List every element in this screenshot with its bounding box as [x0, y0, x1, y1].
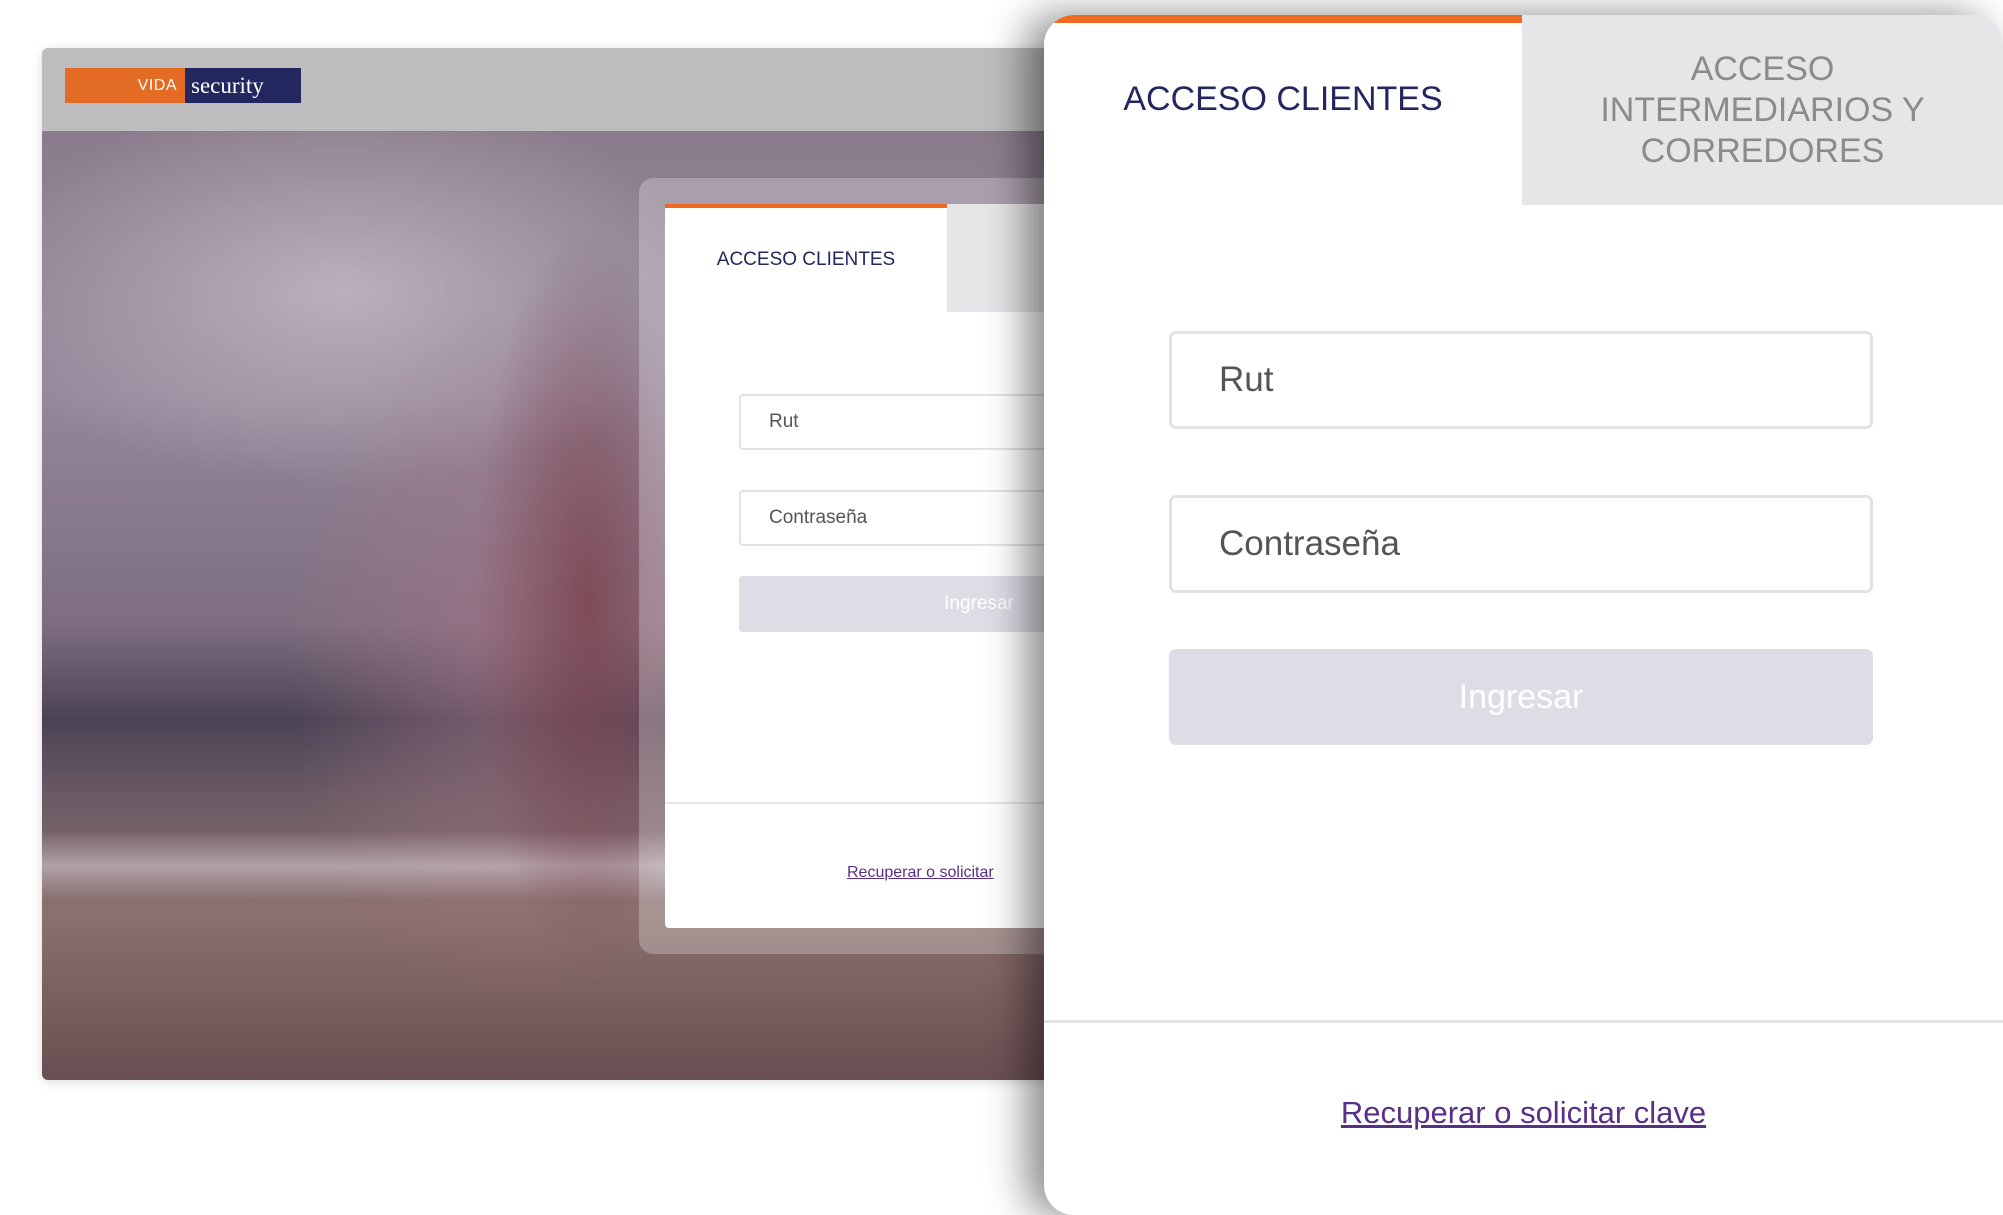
logo-security-text: security	[185, 68, 301, 103]
recover-password-link[interactable]: Recuperar o solicitar clave	[1044, 1095, 2003, 1131]
submit-button[interactable]: Ingresar	[1169, 649, 1873, 745]
login-panel: ACCESO CLIENTES ACCESO INTERMEDIARIOS Y …	[1044, 15, 2003, 1215]
rut-input[interactable]: Rut	[1169, 331, 1873, 429]
tab-brokers[interactable]: ACCESO INTERMEDIARIOS Y CORREDORES	[1522, 15, 2003, 205]
logo-vida-text: VIDA	[65, 68, 185, 103]
vida-security-logo[interactable]: VIDA security	[65, 68, 301, 103]
panel-divider	[1044, 1020, 2003, 1023]
tab-clients[interactable]: ACCESO CLIENTES	[1044, 15, 1522, 205]
preview-tab-clients[interactable]: ACCESO CLIENTES	[665, 204, 947, 312]
password-input[interactable]: Contraseña	[1169, 495, 1873, 593]
site-header: VIDA security	[42, 48, 1122, 131]
preview-recover-link[interactable]: Recuperar o solicitar	[847, 864, 994, 882]
